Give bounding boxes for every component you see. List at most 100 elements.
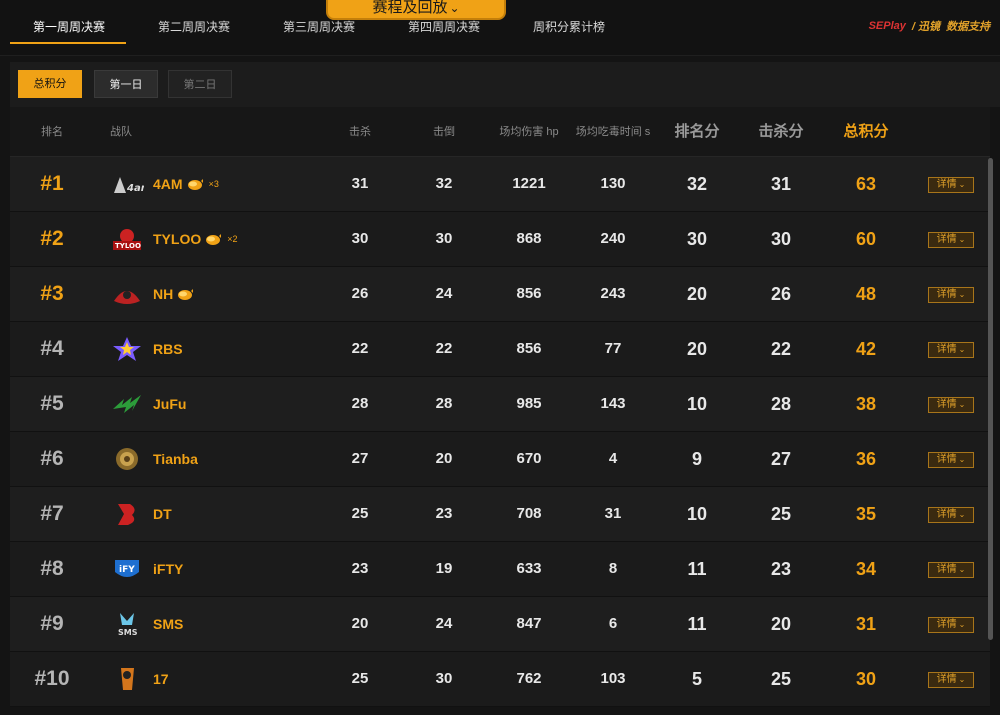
knocks-cell: 32 <box>435 175 453 192</box>
avg-poison-time-cell: 243 <box>600 285 626 302</box>
chevron-down-icon: ⌄ <box>958 345 966 354</box>
avg-poison-time-cell: 31 <box>604 505 622 522</box>
placement-points-cell: 30 <box>686 229 708 249</box>
top-nav: 第一周周决赛 第二周周决赛 第三周周决赛 第四周周决赛 周积分累计榜 赛程及回放… <box>0 0 1000 56</box>
kill-points-cell: 20 <box>770 614 792 634</box>
table-header: 排名 战队 击杀 击倒 场均伤害 hp 场均吃毒时间 s 排名分 击杀分 总积分 <box>10 107 990 157</box>
detail-button[interactable]: 详情 ⌄ <box>928 287 974 303</box>
detail-label: 详情 <box>936 564 957 575</box>
chevron-down-icon: ⌄ <box>958 290 966 299</box>
total-points-cell: 60 <box>855 229 877 249</box>
tab-week3-final[interactable]: 第三周周决赛 <box>283 18 355 35</box>
filter-total-button[interactable]: 总积分 <box>18 70 82 98</box>
brand-logos: SEPlay / 迅镜 数据支持 <box>869 18 990 34</box>
placement-points-cell: 10 <box>686 504 708 524</box>
total-points-cell: 63 <box>855 174 877 194</box>
detail-label: 详情 <box>936 179 957 190</box>
team-name: DT <box>153 506 172 522</box>
rank-cell: #4 <box>40 337 64 360</box>
filter-day1-button[interactable]: 第一日 <box>94 70 158 98</box>
team-logo <box>110 336 144 362</box>
team-name: 17 <box>153 671 169 687</box>
total-points-cell: 48 <box>855 284 877 304</box>
team-cell: Tianba <box>153 432 198 486</box>
table-row: #5 JuFu 28 28 985 143 10 28 38 详情 ⌄ <box>10 377 990 432</box>
placement-points-cell: 5 <box>691 669 703 689</box>
kills-cell: 25 <box>351 505 369 522</box>
kill-points-cell: 25 <box>770 669 792 689</box>
chicken-count: ×3 <box>208 179 219 189</box>
detail-label: 详情 <box>936 619 957 630</box>
avg-damage-cell: 633 <box>516 560 542 577</box>
avg-poison-time-cell: 77 <box>604 340 622 357</box>
avg-damage-cell: 985 <box>516 395 542 412</box>
detail-button[interactable]: 详情 ⌄ <box>928 452 974 468</box>
total-points-cell: 34 <box>855 559 877 579</box>
filter-day2-button[interactable]: 第二日 <box>168 70 232 98</box>
team-name: SMS <box>153 616 184 632</box>
avg-poison-time-cell: 103 <box>600 670 626 687</box>
rank-cell: #7 <box>40 502 64 525</box>
chevron-down-icon: ⌄ <box>958 620 966 629</box>
detail-label: 详情 <box>936 344 957 355</box>
rank-cell: #2 <box>40 227 64 250</box>
detail-button[interactable]: 详情 ⌄ <box>928 617 974 633</box>
chevron-down-icon: ⌄ <box>958 180 966 189</box>
table-row: #4 RBS 22 22 856 77 20 22 42 详情 ⌄ <box>10 322 990 377</box>
chevron-down-icon: ⌄ <box>958 675 966 684</box>
placement-points-cell: 20 <box>686 339 708 359</box>
tab-weekly-cumulative[interactable]: 周积分累计榜 <box>533 18 605 35</box>
seplay-logo: SEPlay <box>868 20 906 32</box>
chevron-double-down-icon: ⌄ <box>449 1 460 15</box>
avg-poison-time-cell: 6 <box>608 615 618 632</box>
tab-week4-final[interactable]: 第四周周决赛 <box>408 18 480 35</box>
table-row: #7 DT 25 23 708 31 10 25 35 详情 ⌄ <box>10 487 990 542</box>
kills-cell: 27 <box>351 450 369 467</box>
detail-button[interactable]: 详情 ⌄ <box>928 672 974 688</box>
chicken-dinner-icon <box>176 287 194 301</box>
detail-button[interactable]: 详情 ⌄ <box>928 507 974 523</box>
tab-week1-final[interactable]: 第一周周决赛 <box>33 18 105 35</box>
team-name: 4AM <box>153 176 183 192</box>
team-logo <box>110 446 144 472</box>
detail-button[interactable]: 详情 ⌄ <box>928 562 974 578</box>
total-points-cell: 30 <box>855 669 877 689</box>
placement-points-cell: 10 <box>686 394 708 414</box>
rank-cell: #3 <box>40 282 64 305</box>
team-name: iFTY <box>153 561 184 577</box>
team-cell: 17 <box>153 652 169 706</box>
detail-button[interactable]: 详情 ⌄ <box>928 232 974 248</box>
rank-cell: #9 <box>40 612 64 635</box>
standings-table: 排名 战队 击杀 击倒 场均伤害 hp 场均吃毒时间 s 排名分 击杀分 总积分… <box>10 107 990 707</box>
svg-text:SMS: SMS <box>118 628 138 637</box>
detail-button[interactable]: 详情 ⌄ <box>928 342 974 358</box>
detail-button[interactable]: 详情 ⌄ <box>928 397 974 413</box>
team-logo <box>110 281 144 307</box>
detail-label: 详情 <box>936 289 957 300</box>
kills-cell: 22 <box>351 340 369 357</box>
active-tab-indicator <box>10 42 126 44</box>
chevron-down-icon: ⌄ <box>958 455 966 464</box>
knocks-cell: 28 <box>435 395 453 412</box>
team-logo: 4am <box>110 171 151 197</box>
kill-points-cell: 31 <box>770 174 792 194</box>
total-points-cell: 31 <box>855 614 877 634</box>
detail-button[interactable]: 详情 ⌄ <box>928 177 974 193</box>
team-cell: JuFu <box>153 377 186 431</box>
filter-bar: 总积分 第一日 第二日 <box>10 62 1000 107</box>
col-placement-points: 排名分 <box>674 123 720 140</box>
col-kill-points: 击杀分 <box>758 123 804 140</box>
scrollbar[interactable] <box>988 158 993 640</box>
tab-week2-final[interactable]: 第二周周决赛 <box>158 18 230 35</box>
kill-points-cell: 23 <box>770 559 792 579</box>
knocks-cell: 20 <box>435 450 453 467</box>
kills-cell: 28 <box>351 395 369 412</box>
rank-cell: #6 <box>40 447 64 470</box>
team-logo: iFY <box>110 556 144 582</box>
knocks-cell: 24 <box>435 615 453 632</box>
placement-points-cell: 11 <box>687 559 707 579</box>
kill-points-cell: 27 <box>770 449 792 469</box>
col-rank: 排名 <box>41 126 63 138</box>
schedule-replay-button[interactable]: 赛程及回放 ⌄ <box>326 0 506 20</box>
knocks-cell: 23 <box>435 505 453 522</box>
